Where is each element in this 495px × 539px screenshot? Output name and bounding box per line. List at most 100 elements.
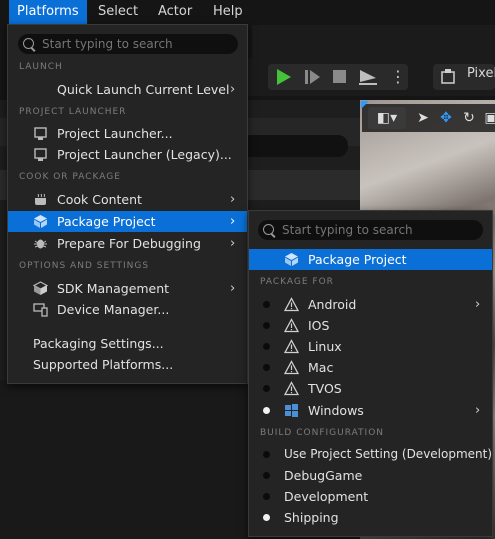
platforms-menu: LAUNCH Quick Launch Current Level › PROJ…	[7, 24, 248, 384]
package-project-label: Package Project	[57, 214, 156, 229]
section-cook-or-package: COOK OR PACKAGE	[19, 172, 121, 182]
eject-icon[interactable]	[358, 68, 378, 86]
search-icon	[263, 224, 274, 235]
warning-triangle-icon	[284, 297, 299, 312]
radio-dot	[263, 451, 270, 458]
bug-icon	[34, 239, 47, 249]
radio-dot	[263, 472, 270, 479]
translate-icon[interactable]: ✥	[435, 107, 457, 129]
platform-label: IOS	[308, 318, 330, 333]
menu-actor[interactable]: Actor	[150, 0, 200, 24]
device-manager-label: Device Manager...	[57, 302, 170, 317]
device-icon	[33, 303, 48, 317]
menu-item-cook-content[interactable]: Cook Content ›	[8, 189, 247, 210]
platform-item-linux[interactable]: Linux	[249, 336, 492, 357]
radio-dot	[263, 322, 270, 329]
play-toolbar: ⋮	[248, 58, 495, 96]
menu-item-package-project[interactable]: Package Project ›	[8, 211, 247, 232]
package-submenu: Package Project PACKAGE FOR Android › IO…	[248, 210, 493, 537]
warning-triangle-icon	[284, 381, 299, 396]
platforms-search[interactable]	[18, 34, 238, 54]
config-item-debuggame[interactable]: DebugGame	[249, 465, 492, 486]
platform-item-android[interactable]: Android ›	[249, 294, 492, 315]
platform-label: Android	[308, 297, 357, 312]
config-item-development[interactable]: Development	[249, 486, 492, 507]
launcher-icon	[34, 127, 47, 140]
play-icon[interactable]	[275, 68, 293, 86]
menubar: Platforms Select Actor Help	[0, 0, 495, 58]
package-search[interactable]	[258, 220, 483, 240]
chevron-right-icon: ›	[475, 403, 481, 418]
prepare-debugging-label: Prepare For Debugging	[57, 236, 201, 251]
editor-tab-strip	[252, 25, 495, 58]
sdk-cube-icon	[33, 281, 48, 295]
supported-platforms-label: Supported Platforms...	[33, 357, 174, 372]
radio-dot	[263, 385, 270, 392]
packaging-settings-label: Packaging Settings...	[33, 336, 164, 351]
config-item-shipping[interactable]: Shipping	[249, 507, 492, 528]
radio-dot	[263, 343, 270, 350]
radio-dot	[263, 364, 270, 371]
viewport-corner-marker	[361, 101, 369, 109]
select-cursor-icon[interactable]: ➤	[412, 107, 434, 129]
platform-item-tvos[interactable]: TVOS	[249, 378, 492, 399]
platform-item-windows[interactable]: Windows ›	[249, 400, 492, 421]
menu-item-sdk-management[interactable]: SDK Management ›	[8, 278, 247, 299]
radio-dot	[263, 301, 270, 308]
chevron-right-icon: ›	[230, 214, 236, 229]
platform-item-ios[interactable]: IOS	[249, 315, 492, 336]
platform-label: TVOS	[308, 381, 342, 396]
vertical-dots-icon[interactable]: ⋮	[388, 64, 408, 90]
cook-content-label: Cook Content	[57, 192, 142, 207]
menu-item-quick-launch[interactable]: Quick Launch Current Level ›	[8, 79, 247, 100]
menu-item-project-launcher[interactable]: Project Launcher...	[8, 123, 247, 144]
menu-select[interactable]: Select	[90, 0, 146, 24]
project-launcher-legacy-label: Project Launcher (Legacy)...	[57, 147, 232, 162]
stop-icon[interactable]	[332, 69, 348, 85]
radio-dot	[263, 493, 270, 500]
section-options-settings: OPTIONS AND SETTINGS	[19, 261, 150, 271]
warning-triangle-icon	[284, 339, 299, 354]
menu-item-package-project-run[interactable]: Package Project	[249, 249, 492, 270]
camera-dropdown[interactable]: ◧▾	[368, 107, 406, 129]
menu-item-supported-platforms[interactable]: Supported Platforms...	[8, 354, 247, 375]
pixel-label: Pixel	[467, 66, 495, 81]
step-icon[interactable]	[304, 69, 322, 85]
cook-pot-icon	[35, 193, 46, 205]
package-search-input[interactable]	[282, 220, 477, 240]
platform-label: Linux	[308, 339, 342, 354]
platforms-icon	[441, 69, 455, 84]
menu-item-device-manager[interactable]: Device Manager...	[8, 299, 247, 320]
radio-dot-selected	[263, 514, 270, 521]
platforms-search-input[interactable]	[42, 34, 232, 54]
package-icon	[285, 253, 298, 266]
chevron-right-icon: ›	[230, 192, 236, 207]
menu-help[interactable]: Help	[205, 0, 251, 24]
section-launch: LAUNCH	[19, 62, 63, 72]
menu-item-project-launcher-legacy[interactable]: Project Launcher (Legacy)...	[8, 144, 247, 165]
sdk-management-label: SDK Management	[57, 281, 170, 296]
launcher-legacy-icon	[34, 148, 47, 161]
chevron-right-icon: ›	[230, 236, 236, 251]
quick-launch-label: Quick Launch Current Level	[57, 82, 230, 97]
menu-item-packaging-settings[interactable]: Packaging Settings...	[8, 333, 247, 354]
windows-icon	[285, 404, 298, 417]
viewport-toolbar: ◧▾ ➤ ✥ ↻ ▣	[362, 104, 495, 132]
platform-label: Mac	[308, 360, 334, 375]
menu-platforms[interactable]: Platforms	[9, 0, 87, 24]
config-label: Shipping	[284, 510, 339, 525]
scale-icon[interactable]: ▣	[480, 107, 495, 129]
platform-item-mac[interactable]: Mac	[249, 357, 492, 378]
radio-dot-selected	[263, 407, 270, 414]
menu-item-prepare-debugging[interactable]: Prepare For Debugging ›	[8, 233, 247, 254]
outliner-filter-field[interactable]	[240, 135, 348, 157]
rotate-icon[interactable]: ↻	[458, 107, 480, 129]
warning-triangle-icon	[284, 360, 299, 375]
config-label: DebugGame	[284, 468, 363, 483]
section-package-for: PACKAGE FOR	[260, 277, 334, 287]
chevron-right-icon: ›	[230, 281, 236, 296]
warning-triangle-icon	[284, 318, 299, 333]
search-icon	[23, 38, 34, 49]
section-build-configuration: BUILD CONFIGURATION	[260, 428, 385, 438]
config-item-project-setting[interactable]: Use Project Setting (Development)	[249, 444, 492, 465]
